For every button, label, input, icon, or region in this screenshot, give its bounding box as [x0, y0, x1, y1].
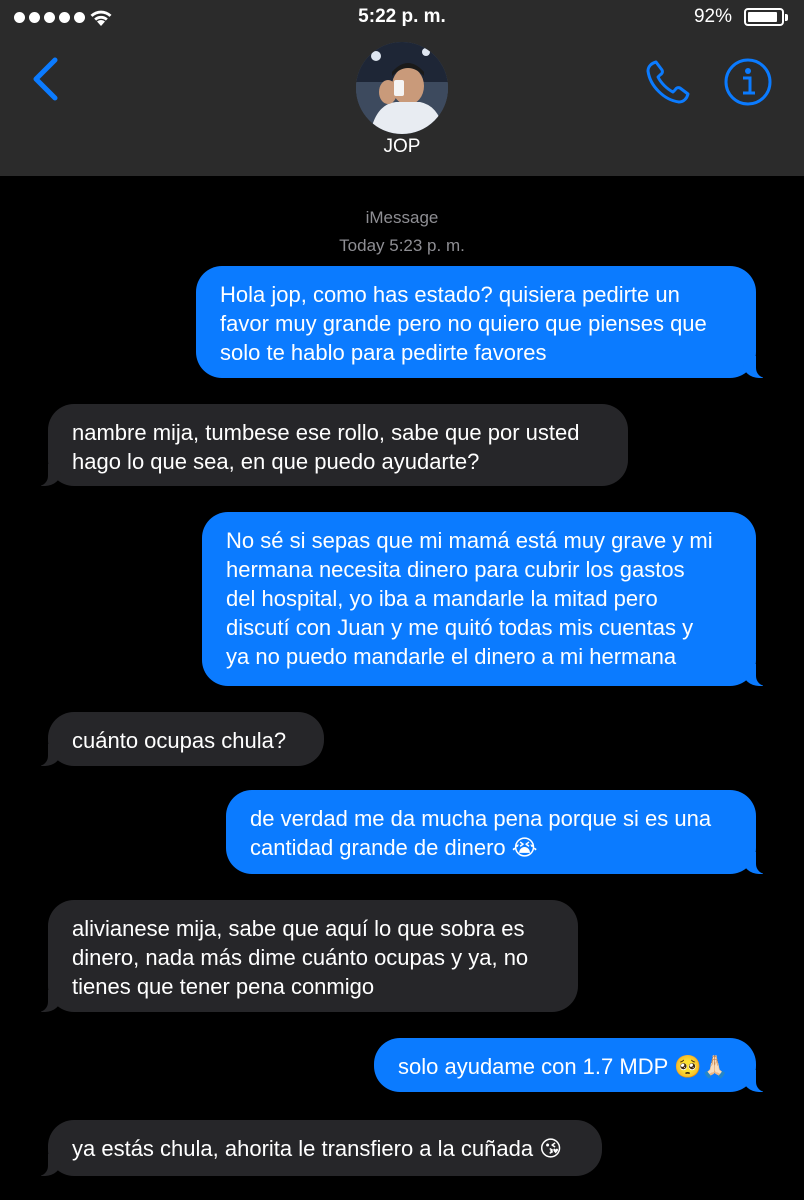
phone-icon[interactable]	[642, 56, 694, 108]
info-icon[interactable]	[722, 56, 774, 108]
message-bubble-outgoing[interactable]: solo ayudame con 1.7 MDP 🥺🙏🏻	[374, 1038, 782, 1092]
message-bubble-incoming[interactable]: cuánto ocupas chula?	[22, 712, 324, 766]
conversation-header: JOP	[0, 36, 804, 176]
message-bubble-incoming[interactable]: ya estás chula, ahorita le transfiero a …	[22, 1120, 602, 1176]
message-bubble-incoming[interactable]: alivianese mija, sabe que aquí lo que so…	[22, 900, 578, 1012]
service-label: iMessage	[365, 208, 439, 227]
avatar-photo	[356, 42, 448, 134]
battery-fill	[748, 12, 778, 22]
contact-name[interactable]: JOP	[0, 136, 804, 158]
message-bubble-outgoing[interactable]: No sé si sepas que mi mamá está muy grav…	[202, 512, 782, 686]
status-time: 5:22 p. m.	[358, 6, 446, 27]
contact-avatar[interactable]	[356, 42, 448, 134]
status-bar: 5:22 p. m. 92%	[0, 0, 804, 36]
battery-percent: 92%	[693, 6, 732, 27]
message-bubble-outgoing[interactable]: de verdad me da mucha pena porque si es …	[226, 790, 782, 874]
battery-icon	[744, 8, 788, 26]
message-bubble-outgoing[interactable]: Hola jop, como has estado? quisiera pedi…	[196, 266, 782, 378]
message-bubble-incoming[interactable]: nambre mija, tumbese ese rollo, sabe que…	[22, 404, 628, 486]
back-chevron-icon[interactable]	[30, 56, 60, 102]
conversation-timestamp: Today 5:23 p. m.	[339, 236, 465, 255]
